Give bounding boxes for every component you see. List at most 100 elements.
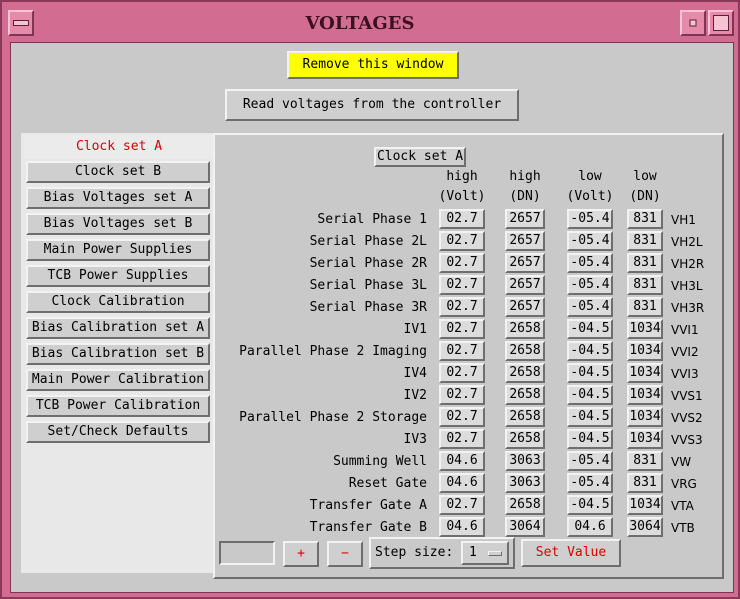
high-dn-cell[interactable]: 2658 (505, 495, 545, 515)
tab-main-power-supplies[interactable]: Main Power Supplies (26, 239, 210, 261)
voltage-row: IV3 02.7 2658 -04.5 1034 VVS3 (215, 429, 722, 451)
tab-tcb-power-supplies[interactable]: TCB Power Supplies (26, 265, 210, 287)
high-volt-cell[interactable]: 02.7 (439, 319, 485, 339)
high-volt-cell[interactable]: 02.7 (439, 341, 485, 361)
high-volt-cell[interactable]: 02.7 (439, 275, 485, 295)
high-volt-cell[interactable]: 02.7 (439, 385, 485, 405)
remove-window-button[interactable]: Remove this window (287, 51, 459, 79)
row-label: Parallel Phase 2 Storage (239, 410, 427, 425)
voltage-row: Serial Phase 2L 02.7 2657 -05.4 831 VH2L (215, 231, 722, 253)
high-dn-cell[interactable]: 2658 (505, 341, 545, 361)
tab-bias-voltages-set-b[interactable]: Bias Voltages set B (26, 213, 210, 235)
voltage-row: Parallel Phase 2 Imaging 02.7 2658 -04.5 103… (215, 341, 722, 363)
header-high-dn-unit: (DN) (509, 189, 541, 204)
row-code: VVI3 (671, 367, 699, 381)
low-volt-cell[interactable]: -04.5 (567, 363, 613, 383)
high-dn-cell[interactable]: 2657 (505, 253, 545, 273)
tab-tcb-power-calibration[interactable]: TCB Power Calibration (26, 395, 210, 417)
increment-button[interactable]: + (283, 541, 319, 567)
read-voltages-button[interactable]: Read voltages from the controller (225, 89, 519, 121)
high-dn-cell[interactable]: 3063 (505, 451, 545, 471)
header-low-dn-unit: (DN) (629, 189, 661, 204)
row-code: VH2L (671, 235, 703, 249)
window-menu-icon (13, 20, 29, 26)
high-dn-cell[interactable]: 2658 (505, 429, 545, 449)
high-volt-cell[interactable]: 04.6 (439, 451, 485, 471)
low-dn-cell[interactable]: 1034 (627, 429, 663, 449)
low-dn-cell[interactable]: 831 (627, 473, 663, 493)
step-size-group: Step size: 1 (369, 537, 515, 569)
low-dn-cell[interactable]: 831 (627, 451, 663, 471)
high-volt-cell[interactable]: 02.7 (439, 495, 485, 515)
high-dn-cell[interactable]: 2657 (505, 231, 545, 251)
low-volt-cell[interactable]: -04.5 (567, 319, 613, 339)
high-volt-cell[interactable]: 02.7 (439, 209, 485, 229)
low-volt-cell[interactable]: -04.5 (567, 407, 613, 427)
low-volt-cell[interactable]: -04.5 (567, 429, 613, 449)
high-dn-cell[interactable]: 2657 (505, 209, 545, 229)
row-code: VVI1 (671, 323, 699, 337)
row-code: VRG (671, 477, 697, 491)
low-dn-cell[interactable]: 831 (627, 275, 663, 295)
low-dn-cell[interactable]: 831 (627, 231, 663, 251)
low-dn-cell[interactable]: 1034 (627, 341, 663, 361)
high-volt-cell[interactable]: 02.7 (439, 429, 485, 449)
high-dn-cell[interactable]: 2658 (505, 385, 545, 405)
low-dn-cell[interactable]: 1034 (627, 495, 663, 515)
low-volt-cell[interactable]: -05.4 (567, 297, 613, 317)
high-dn-cell[interactable]: 2658 (505, 407, 545, 427)
low-volt-cell[interactable]: -05.4 (567, 231, 613, 251)
maximize-button[interactable] (708, 10, 734, 36)
set-value-button[interactable]: Set Value (521, 539, 621, 567)
high-dn-cell[interactable]: 2657 (505, 275, 545, 295)
tab-clock-set-b[interactable]: Clock set B (26, 161, 210, 183)
high-volt-cell[interactable]: 02.7 (439, 231, 485, 251)
panel-title: Clock set A (374, 147, 466, 167)
low-dn-cell[interactable]: 1034 (627, 363, 663, 383)
row-code: VVS2 (671, 411, 703, 425)
title-bar[interactable]: VOLTAGES (8, 8, 736, 40)
low-dn-cell[interactable]: 1034 (627, 407, 663, 427)
low-dn-cell[interactable]: 1034 (627, 385, 663, 405)
high-dn-cell[interactable]: 3063 (505, 473, 545, 493)
tab-clock-calibration[interactable]: Clock Calibration (26, 291, 210, 313)
low-volt-cell[interactable]: -04.5 (567, 341, 613, 361)
voltage-row: Transfer Gate A 02.7 2658 -04.5 1034 VTA (215, 495, 722, 517)
row-label: Serial Phase 1 (317, 212, 427, 227)
header-low-volt: low (578, 169, 602, 184)
step-size-select[interactable]: 1 (461, 541, 509, 565)
high-volt-cell[interactable]: 04.6 (439, 473, 485, 493)
low-volt-cell[interactable]: -05.4 (567, 275, 613, 295)
low-volt-cell[interactable]: -04.5 (567, 495, 613, 515)
voltage-row: Serial Phase 3L 02.7 2657 -05.4 831 VH3L (215, 275, 722, 297)
high-volt-cell[interactable]: 02.7 (439, 297, 485, 317)
tab-bias-calibration-set-b[interactable]: Bias Calibration set B (26, 343, 210, 365)
low-volt-cell[interactable]: -04.5 (567, 385, 613, 405)
tab-bias-voltages-set-a[interactable]: Bias Voltages set A (26, 187, 210, 209)
voltage-row: Summing Well 04.6 3063 -05.4 831 VW (215, 451, 722, 473)
high-volt-cell[interactable]: 02.7 (439, 363, 485, 383)
low-volt-cell[interactable]: -05.4 (567, 253, 613, 273)
low-dn-cell[interactable]: 831 (627, 209, 663, 229)
high-dn-cell[interactable]: 2658 (505, 319, 545, 339)
low-volt-cell[interactable]: -05.4 (567, 473, 613, 493)
decrement-button[interactable]: − (327, 541, 363, 567)
high-volt-cell[interactable]: 02.7 (439, 407, 485, 427)
high-dn-cell[interactable]: 2657 (505, 297, 545, 317)
tab-clock-set-a[interactable]: Clock set A (24, 135, 214, 159)
header-low-dn: low (633, 169, 657, 184)
tab-bias-calibration-set-a[interactable]: Bias Calibration set A (26, 317, 210, 339)
high-volt-cell[interactable]: 02.7 (439, 253, 485, 273)
low-volt-cell[interactable]: -05.4 (567, 209, 613, 229)
tab-main-power-calibration[interactable]: Main Power Calibration (26, 369, 210, 391)
tab-set-check-defaults[interactable]: Set/Check Defaults (26, 421, 210, 443)
minimize-button[interactable] (680, 10, 706, 36)
value-input[interactable] (219, 541, 275, 565)
window-menu-button[interactable] (8, 10, 34, 36)
high-dn-cell[interactable]: 2658 (505, 363, 545, 383)
low-dn-cell[interactable]: 831 (627, 297, 663, 317)
low-volt-cell[interactable]: -05.4 (567, 451, 613, 471)
low-dn-cell[interactable]: 1034 (627, 319, 663, 339)
window-content: Remove this window Read voltages from th… (10, 42, 734, 593)
low-dn-cell[interactable]: 831 (627, 253, 663, 273)
